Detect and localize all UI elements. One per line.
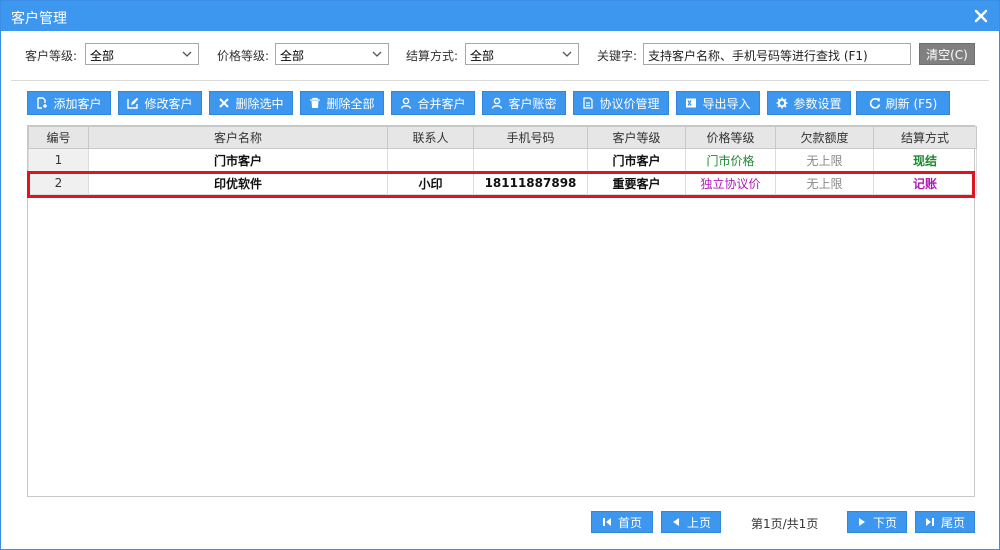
cell-credit: 无上限 [775,148,874,172]
next-page-button[interactable]: 下页 [847,511,907,533]
last-page-button[interactable]: 尾页 [915,511,975,533]
edit-customer-label: 修改客户 [144,96,193,111]
settlement-label: 结算方式: [406,49,459,63]
delete-selected-label: 删除选中 [235,96,284,111]
cell-contact [387,148,474,172]
header-level[interactable]: 客户等级 [587,126,686,149]
merge-customer-button[interactable]: 合并客户 [391,91,475,115]
excel-icon [686,98,697,108]
last-page-label: 尾页 [940,515,965,530]
protocol-price-label: 协议价管理 [599,96,660,111]
divider [11,80,989,81]
trash-icon [310,97,321,108]
price-level-select[interactable]: 全部 [275,43,389,65]
settlement-value: 全部 [470,49,495,63]
prev-page-label: 上页 [686,515,711,530]
delete-all-label: 删除全部 [326,96,375,111]
cell-settlement: 记账 [873,171,977,195]
title-bar: 客户管理 [1,1,999,31]
cell-phone [473,148,588,172]
header-price-level[interactable]: 价格等级 [685,126,776,149]
close-icon [219,98,230,108]
header-credit[interactable]: 欠款额度 [775,126,874,149]
page-info: 第1页/共1页 [751,517,819,531]
export-import-button[interactable]: 导出导入 [676,91,760,115]
settlement-select[interactable]: 全部 [465,43,579,65]
customer-table: 编号 客户名称 联系人 手机号码 客户等级 价格等级 欠款额度 结算方式 1 门… [27,125,977,497]
delete-selected-button[interactable]: 删除选中 [209,91,293,115]
triangle-right-icon [858,518,865,526]
cell-level: 门市客户 [587,148,686,172]
cell-price-level: 门市价格 [685,148,776,172]
cell-settlement: 现结 [873,148,977,172]
refresh-label: 刷新 (F5) [885,96,938,111]
customer-management-window: 客户管理 客户等级: 全部 价格等级: 全部 结算方式: 全部 关键字: 支持客… [0,0,1000,550]
cell-credit: 无上限 [775,171,874,195]
cell-price-level: 独立协议价 [685,171,776,195]
cell-phone: 18111887898 [473,171,588,195]
table-row[interactable]: 1 门市客户 门市客户 门市价格 无上限 现结 [28,148,977,172]
edit-icon [127,97,139,109]
cell-id: 2 [28,171,89,195]
triangle-left-icon [672,518,679,526]
chevron-down-icon [182,51,192,57]
price-level-label: 价格等级: [217,49,270,63]
customer-level-select[interactable]: 全部 [85,43,199,65]
settings-button[interactable]: 参数设置 [767,91,851,115]
first-page-icon [602,518,611,526]
prev-page-button[interactable]: 上页 [661,511,721,533]
export-import-label: 导出导入 [702,96,751,111]
delete-all-button[interactable]: 删除全部 [300,91,384,115]
table-header-row: 编号 客户名称 联系人 手机号码 客户等级 价格等级 欠款额度 结算方式 [28,126,977,149]
edit-customer-button[interactable]: 修改客户 [118,91,202,115]
cell-contact: 小印 [387,171,474,195]
add-file-icon [37,97,48,109]
gear-icon [776,97,788,109]
cell-id: 1 [28,148,89,172]
add-customer-button[interactable]: 添加客户 [27,91,111,115]
clear-button[interactable]: 清空(C) [919,43,975,65]
window-title: 客户管理 [11,11,67,27]
settings-label: 参数设置 [793,96,842,111]
chevron-down-icon [562,51,572,57]
close-icon[interactable] [971,6,991,26]
header-phone[interactable]: 手机号码 [473,126,588,149]
cell-level: 重要客户 [587,171,686,195]
chevron-down-icon [372,51,382,57]
customer-account-label: 客户账密 [508,96,557,111]
filter-bar: 客户等级: 全部 价格等级: 全部 结算方式: 全部 关键字: 支持客户名称、手… [1,43,999,67]
document-icon [583,97,594,109]
refresh-button[interactable]: 刷新 (F5) [856,91,950,115]
header-settlement[interactable]: 结算方式 [873,126,977,149]
user-icon [492,97,503,109]
table-row[interactable]: 2 印优软件 小印 18111887898 重要客户 独立协议价 无上限 记账 [28,171,977,195]
add-customer-label: 添加客户 [53,96,102,111]
header-name[interactable]: 客户名称 [88,126,388,149]
cell-name: 印优软件 [88,171,388,195]
header-id[interactable]: 编号 [28,126,89,149]
cell-name: 门市客户 [88,148,388,172]
protocol-price-button[interactable]: 协议价管理 [573,91,669,115]
first-page-label: 首页 [617,515,642,530]
customer-level-value: 全部 [90,49,115,63]
keyword-input[interactable]: 支持客户名称、手机号码等进行查找 (F1) [643,43,911,65]
user-icon [401,97,412,109]
next-page-label: 下页 [872,515,897,530]
header-contact[interactable]: 联系人 [387,126,474,149]
first-page-button[interactable]: 首页 [591,511,653,533]
customer-account-button[interactable]: 客户账密 [482,91,566,115]
last-page-icon [925,518,934,526]
merge-customer-label: 合并客户 [417,96,466,111]
price-level-value: 全部 [280,49,305,63]
customer-level-label: 客户等级: [25,49,78,63]
refresh-icon [869,98,880,109]
keyword-label: 关键字: [597,49,638,63]
